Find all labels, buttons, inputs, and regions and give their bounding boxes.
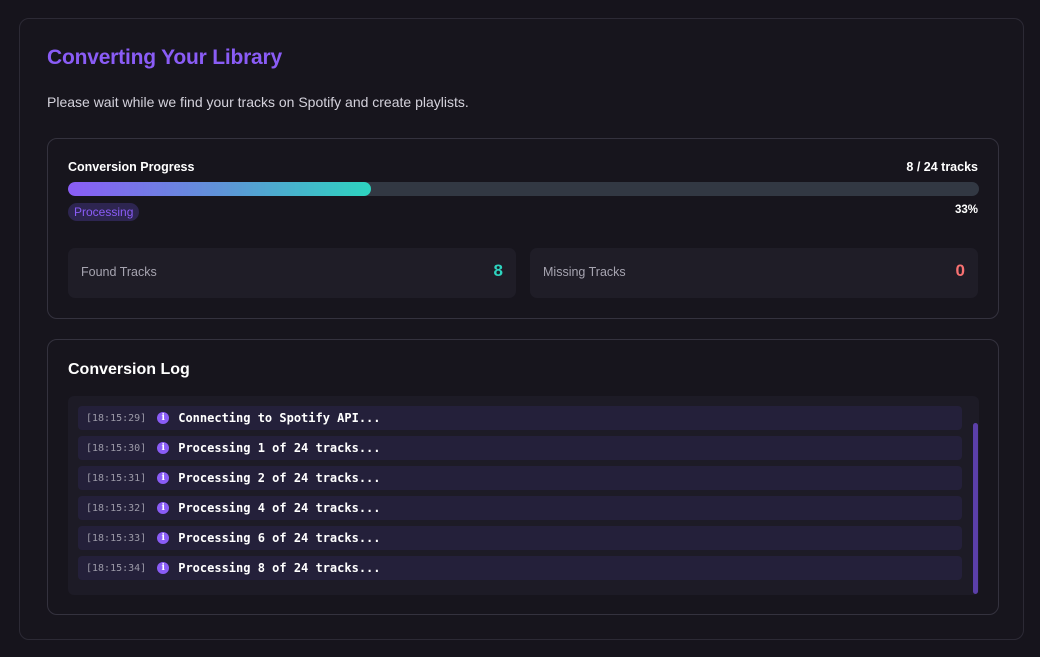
status-badge: Processing xyxy=(68,203,140,221)
log-entry: [18:15:29] i Connecting to Spotify API..… xyxy=(78,406,962,430)
progress-label: Conversion Progress xyxy=(68,160,195,174)
info-icon: i xyxy=(157,532,170,544)
log-entry: [18:15:34] i Processing 8 of 24 tracks..… xyxy=(78,556,962,580)
log-card: Conversion Log [18:15:29] i Connecting t… xyxy=(47,339,999,615)
info-icon: i xyxy=(157,562,170,574)
info-icon: i xyxy=(157,502,170,514)
log-entry: [18:15:33] i Processing 6 of 24 tracks..… xyxy=(78,526,962,550)
log-entry: [18:15:31] i Processing 2 of 24 tracks..… xyxy=(78,466,962,490)
progress-card: Conversion Progress 8 / 24 tracks Proces… xyxy=(47,138,999,319)
log-message: Processing 2 of 24 tracks... xyxy=(178,471,381,485)
missing-tracks-value: 0 xyxy=(955,261,965,280)
log-scroll-area[interactable]: [18:15:29] i Connecting to Spotify API..… xyxy=(68,396,979,595)
log-title: Conversion Log xyxy=(68,361,190,378)
log-message: Processing 8 of 24 tracks... xyxy=(178,561,381,575)
log-entry: [18:15:32] i Processing 4 of 24 tracks..… xyxy=(78,496,962,520)
log-timestamp: [18:15:32] xyxy=(86,502,147,514)
conversion-panel: Converting Your Library Please wait whil… xyxy=(19,18,1024,640)
missing-tracks-stat: Missing Tracks 0 xyxy=(530,248,978,298)
progress-percent: 33% xyxy=(954,204,978,216)
info-icon: i xyxy=(157,442,170,454)
missing-tracks-label: Missing Tracks xyxy=(543,265,626,279)
progress-bar xyxy=(68,182,979,196)
page-subtitle: Please wait while we find your tracks on… xyxy=(47,94,469,110)
log-timestamp: [18:15:34] xyxy=(86,562,147,574)
log-message: Processing 1 of 24 tracks... xyxy=(178,441,381,455)
log-timestamp: [18:15:33] xyxy=(86,532,147,544)
info-icon: i xyxy=(157,412,170,424)
progress-count: 8 / 24 tracks xyxy=(906,160,978,174)
progress-bar-fill xyxy=(68,182,372,196)
log-list: [18:15:29] i Connecting to Spotify API..… xyxy=(78,406,962,586)
page-title: Converting Your Library xyxy=(47,46,282,69)
found-tracks-value: 8 xyxy=(493,261,503,280)
info-icon: i xyxy=(157,472,170,484)
log-message: Connecting to Spotify API... xyxy=(178,411,381,425)
found-tracks-label: Found Tracks xyxy=(81,265,157,279)
log-timestamp: [18:15:29] xyxy=(86,412,147,424)
log-timestamp: [18:15:31] xyxy=(86,472,147,484)
log-message: Processing 4 of 24 tracks... xyxy=(178,501,381,515)
found-tracks-stat: Found Tracks 8 xyxy=(68,248,516,298)
log-message: Processing 6 of 24 tracks... xyxy=(178,531,381,545)
log-timestamp: [18:15:30] xyxy=(86,442,147,454)
log-scrollbar[interactable] xyxy=(973,423,978,594)
log-entry: [18:15:30] i Processing 1 of 24 tracks..… xyxy=(78,436,962,460)
